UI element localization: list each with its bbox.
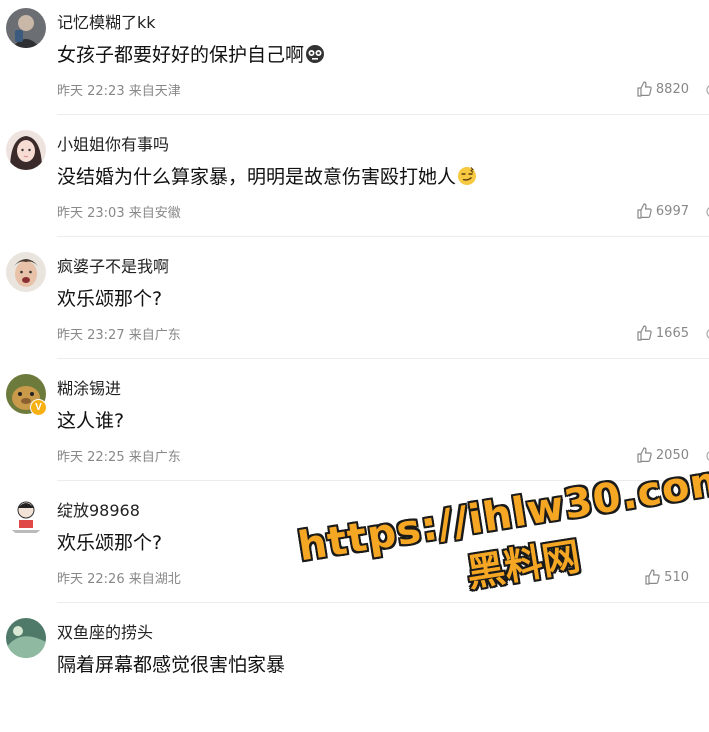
comment-item: 小姐姐你有事吗 没结婚为什么算家暴，明明是故意伤害殴打她人 昨天 23:03 来…: [0, 122, 709, 244]
thumbs-up-icon: [645, 569, 660, 585]
comment-text: 欢乐颂那个?: [57, 532, 163, 554]
like-count: 510: [664, 569, 689, 585]
comment-time: 昨天 22:25: [57, 450, 125, 465]
like-button[interactable]: 8820: [636, 80, 689, 98]
comment-location: 来自广东: [128, 328, 181, 343]
divider: [57, 602, 709, 603]
avatar[interactable]: [6, 8, 46, 48]
thumbs-up-icon: [637, 203, 652, 219]
like-button[interactable]: 6997: [636, 202, 689, 220]
divider: [57, 480, 709, 481]
avatar[interactable]: [6, 618, 46, 658]
comment-item: 双鱼座的捞头 隔着屏幕都感觉很害怕家暴: [0, 610, 709, 732]
comment-time: 昨天 23:27: [57, 328, 125, 343]
comment-meta: 昨天 23:27 来自广东: [57, 324, 181, 343]
like-button[interactable]: 1665: [636, 324, 689, 342]
like-count: 8820: [655, 81, 689, 97]
comment-time: 昨天 22:26: [57, 572, 125, 587]
comment-location: 来自天津: [128, 84, 181, 99]
like-count: 1665: [655, 325, 689, 341]
username[interactable]: 绽放98968: [57, 497, 140, 521]
username[interactable]: 小姐姐你有事吗: [57, 131, 169, 155]
speechless-face-icon: [305, 44, 325, 64]
comment-text-content: 女孩子都要好好的保护自己啊: [57, 44, 305, 66]
comment-location: 来自广东: [128, 450, 181, 465]
comment-location: 来自安徽: [128, 206, 181, 221]
comment-item: 记忆模糊了kk 女孩子都要好好的保护自己啊 昨天 22:23 来自天津 8820: [0, 0, 709, 122]
more-icon[interactable]: [705, 326, 709, 342]
comment-text: 没结婚为什么算家暴，明明是故意伤害殴打她人: [57, 162, 477, 189]
username[interactable]: 双鱼座的捞头: [57, 619, 153, 643]
username[interactable]: 疯婆子不是我啊: [57, 253, 169, 277]
divider: [57, 358, 709, 359]
divider: [57, 114, 709, 115]
comment-item: 绽放98968 欢乐颂那个? 昨天 22:26 来自湖北 510: [0, 488, 709, 610]
comment-text: 这人谁?: [57, 410, 125, 432]
like-button[interactable]: 2050: [636, 446, 689, 464]
comment-text: 女孩子都要好好的保护自己啊: [57, 40, 325, 67]
thumbs-up-icon: [637, 447, 652, 463]
comment-text: 隔着屏幕都感觉很害怕家暴: [57, 654, 286, 676]
comment-time: 昨天 23:03: [57, 206, 125, 221]
comment-location: 来自湖北: [128, 572, 181, 587]
like-button[interactable]: 510: [644, 568, 689, 586]
username[interactable]: 糊涂锡进: [57, 375, 121, 399]
thumbs-up-icon: [637, 81, 652, 97]
comment-text: 欢乐颂那个?: [57, 288, 163, 310]
divider: [57, 236, 709, 237]
username[interactable]: 记忆模糊了kk: [57, 9, 156, 33]
smirk-face-icon: [457, 166, 477, 186]
like-count: 6997: [655, 203, 689, 219]
comment-meta: 昨天 23:03 来自安徽: [57, 202, 181, 221]
avatar[interactable]: [6, 496, 46, 536]
comment-meta: 昨天 22:23 来自天津: [57, 80, 181, 99]
comment-meta: 昨天 22:25 来自广东: [57, 446, 181, 465]
avatar[interactable]: [6, 130, 46, 170]
comment-meta: 昨天 22:26 来自湖北: [57, 568, 181, 587]
verified-badge-icon: V: [30, 399, 47, 416]
thumbs-up-icon: [637, 325, 652, 341]
avatar[interactable]: [6, 252, 46, 292]
more-icon[interactable]: [705, 448, 709, 464]
more-icon[interactable]: [705, 204, 709, 220]
comment-text-content: 没结婚为什么算家暴，明明是故意伤害殴打她人: [57, 166, 457, 188]
like-count: 2050: [655, 447, 689, 463]
comment-item: 疯婆子不是我啊 欢乐颂那个? 昨天 23:27 来自广东 1665: [0, 244, 709, 366]
comment-item: V 糊涂锡进 这人谁? 昨天 22:25 来自广东 2050: [0, 366, 709, 488]
comment-time: 昨天 22:23: [57, 84, 125, 99]
more-icon[interactable]: [705, 82, 709, 98]
